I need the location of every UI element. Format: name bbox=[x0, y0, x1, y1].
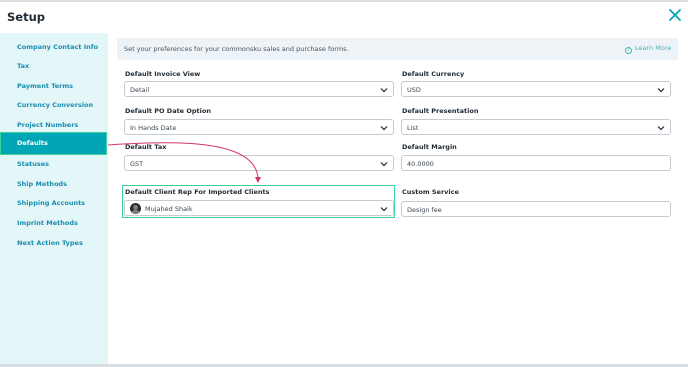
sidebar-item-label: Defaults bbox=[17, 139, 48, 147]
default-tax-select[interactable]: GST bbox=[124, 155, 394, 171]
chevron-down-icon bbox=[380, 207, 388, 212]
sidebar-item-tax[interactable]: Tax bbox=[17, 62, 29, 70]
chevron-down-icon bbox=[380, 126, 388, 131]
banner-text: Set your preferences for your commonsku … bbox=[124, 45, 349, 53]
learn-more-link[interactable]: i Learn More bbox=[625, 44, 671, 54]
default-margin-input[interactable]: 40.0000 bbox=[401, 155, 671, 171]
default-tax-label: Default Tax bbox=[125, 143, 167, 151]
chevron-down-icon bbox=[380, 162, 388, 167]
default-client-rep-label: Default Client Rep For Imported Clients bbox=[125, 188, 270, 196]
default-invoice-view-select[interactable]: Detail bbox=[124, 81, 394, 97]
default-po-date-option-select[interactable]: In Hands Date bbox=[124, 119, 394, 135]
page-title: Setup bbox=[7, 10, 45, 24]
sidebar-item-payment-terms[interactable]: Payment Terms bbox=[17, 82, 73, 90]
default-currency-label: Default Currency bbox=[402, 70, 465, 78]
custom-service-input[interactable]: Design fee bbox=[401, 201, 671, 217]
sidebar-item-ship-methods[interactable]: Ship Methods bbox=[17, 180, 67, 188]
sidebar-item-next-action-types[interactable]: Next Action Types bbox=[17, 239, 83, 247]
default-currency-select[interactable]: USD bbox=[401, 81, 671, 97]
sidebar-item-defaults[interactable]: Defaults bbox=[0, 132, 107, 155]
chevron-down-icon bbox=[657, 88, 665, 93]
default-margin-value: 40.0000 bbox=[407, 160, 434, 168]
default-currency-value: USD bbox=[407, 86, 421, 94]
default-invoice-view-label: Default Invoice View bbox=[125, 70, 201, 78]
chevron-down-icon bbox=[380, 88, 388, 93]
sidebar-item-currency-conversion[interactable]: Currency Conversion bbox=[17, 101, 93, 109]
info-icon: i bbox=[625, 47, 632, 54]
default-client-rep-select[interactable]: Mujahed Shaik bbox=[124, 200, 394, 216]
custom-service-label: Custom Service bbox=[402, 188, 459, 196]
close-icon[interactable] bbox=[668, 8, 682, 22]
default-po-date-option-label: Default PO Date Option bbox=[125, 107, 211, 115]
default-margin-label: Default Margin bbox=[402, 143, 457, 151]
sidebar-item-statuses[interactable]: Statuses bbox=[17, 160, 49, 168]
sidebar-item-imprint-methods[interactable]: Imprint Methods bbox=[17, 219, 78, 227]
chevron-down-icon bbox=[657, 126, 665, 131]
info-banner: Set your preferences for your commonsku … bbox=[117, 38, 678, 60]
default-invoice-view-value: Detail bbox=[130, 86, 150, 94]
sidebar-item-shipping-accounts[interactable]: Shipping Accounts bbox=[17, 199, 85, 207]
default-presentation-label: Default Presentation bbox=[402, 107, 479, 115]
top-bar: Setup bbox=[0, 0, 688, 34]
default-tax-value: GST bbox=[130, 160, 144, 168]
default-presentation-select[interactable]: List bbox=[401, 119, 671, 135]
sidebar-item-project-numbers[interactable]: Project Numbers bbox=[17, 121, 78, 129]
learn-more-label: Learn More bbox=[635, 44, 672, 52]
custom-service-value: Design fee bbox=[407, 206, 442, 214]
sidebar-item-company-contact-info[interactable]: Company Contact Info bbox=[17, 43, 98, 51]
default-presentation-value: List bbox=[407, 124, 419, 132]
top-border bbox=[0, 0, 688, 2]
default-client-rep-value: Mujahed Shaik bbox=[145, 205, 193, 213]
default-po-date-option-value: In Hands Date bbox=[130, 124, 177, 132]
avatar bbox=[130, 203, 141, 214]
